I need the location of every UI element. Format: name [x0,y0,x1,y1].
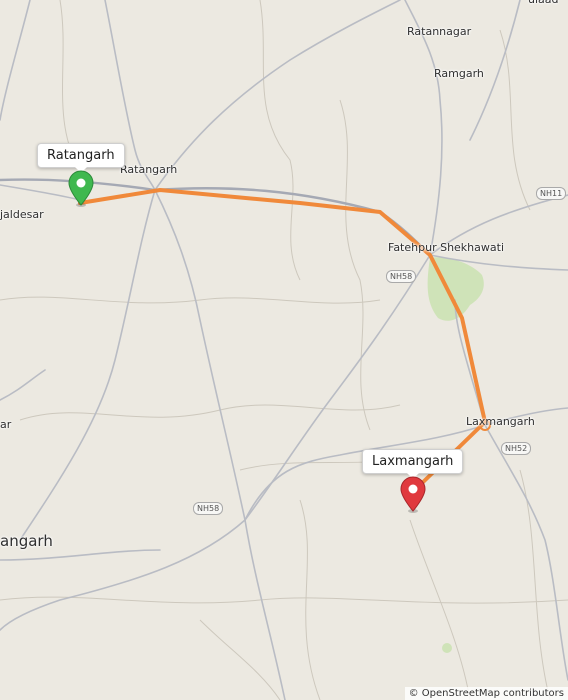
place-label-sujangarh: angarh [0,532,53,550]
road-shield-nh52: NH52 [501,442,532,455]
roads-grey [0,0,568,700]
start-marker-label: Ratangarh [47,148,115,163]
road-shield-nh11: NH11 [536,187,567,200]
place-label-rajaldesar: jaldesar [0,208,44,221]
place-label-top-right: ulaad [528,0,559,6]
end-marker-label: Laxmangarh [372,454,454,469]
highway [0,178,432,257]
start-marker-callout: Ratangarh [37,143,125,173]
park-area-small [442,643,452,653]
road-shield-nh58-south: NH58 [193,502,224,515]
place-label-laxmangarh-town: Laxmangarh [466,415,535,428]
end-marker-pin-icon[interactable] [398,475,428,515]
map-attribution[interactable]: © OpenStreetMap contributors [404,687,568,700]
road-shield-nh58-north: NH58 [386,270,417,283]
route-line [78,188,487,489]
map-view[interactable]: Ratannagar Ramgarh Ratangarh jaldesar Fa… [0,0,568,700]
start-marker-pin-icon[interactable] [66,169,96,209]
minor-tracks [0,0,568,700]
place-label-left-edge: ar [0,418,12,431]
place-label-ratangarh: Ratangarh [120,163,178,176]
place-label-ratannagar: Ratannagar [407,25,472,38]
place-label-ramgarh: Ramgarh [434,67,484,80]
map-base-layer [0,0,568,700]
place-label-fatehpur-shekhawati: Fatehpur Shekhawati [388,241,504,254]
end-marker-callout: Laxmangarh [362,449,464,479]
